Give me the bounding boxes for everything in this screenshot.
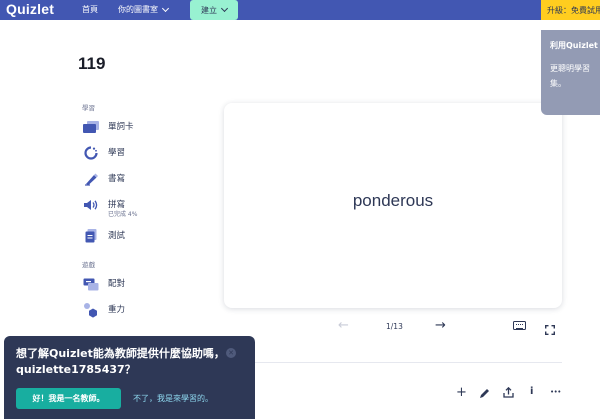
flashcard[interactable]: ponderous: [224, 103, 562, 308]
sidebar-item-label: 重力: [108, 305, 126, 315]
sidebar-item-label: 書寫: [108, 174, 126, 184]
upgrade-button[interactable]: 升級：免費試用: [541, 0, 600, 20]
close-icon[interactable]: ✕: [226, 348, 236, 358]
sidebar-item-test[interactable]: 測試: [82, 229, 125, 243]
nav-library-label: 你的圖書室: [118, 5, 158, 14]
nav-library-dropdown[interactable]: 你的圖書室: [118, 4, 170, 15]
sidebar-item-gravity[interactable]: 重力: [82, 303, 126, 318]
sidebar-item-flashcards[interactable]: 單詞卡: [82, 120, 134, 134]
next-card-arrow-icon[interactable]: →: [435, 318, 446, 333]
sidebar-item-label: 拼寫 已完成 4%: [108, 200, 137, 218]
games-section-label: 遊戲: [82, 261, 95, 269]
teacher-yes-button[interactable]: 好！我是一名教師。: [16, 388, 121, 409]
tooltip-body: 更聰明學習 集。: [550, 64, 590, 88]
top-nav-bar: Quizlet 首頁 你的圖書室 建立 升級：免費試用: [0, 0, 600, 20]
create-button[interactable]: 建立: [190, 0, 238, 20]
spell-label: 拼寫: [108, 200, 126, 210]
sidebar-item-label: 測試: [108, 231, 126, 241]
divider: [224, 362, 562, 363]
info-icon[interactable]: i: [530, 386, 533, 397]
test-icon: [82, 229, 100, 243]
upgrade-tooltip: 利用Quizlet 更聰明學習 集。: [541, 30, 600, 115]
quizlet-logo[interactable]: Quizlet: [6, 1, 54, 17]
spell-icon: [82, 198, 100, 212]
fullscreen-icon[interactable]: [545, 320, 555, 335]
chevron-down-icon: [220, 4, 229, 13]
previous-card-arrow-icon[interactable]: ←: [338, 318, 349, 333]
share-icon[interactable]: [503, 386, 514, 401]
popup-message: 想了解Quizlet能為教師提供什麼協助嗎，quizlette1785437？: [16, 347, 225, 376]
more-options-icon[interactable]: •••: [550, 388, 561, 396]
create-button-label: 建立: [201, 5, 217, 15]
chevron-down-icon: [161, 4, 170, 12]
teacher-prompt-popup: 想了解Quizlet能為教師提供什麼協助嗎，quizlette1785437？ …: [4, 336, 255, 419]
sidebar-item-match[interactable]: 配對: [82, 277, 125, 291]
write-icon: [82, 172, 100, 186]
student-no-link[interactable]: 不了，我是來學習的。: [133, 393, 213, 404]
match-icon: [82, 277, 100, 291]
sidebar-item-spell[interactable]: 拼寫 已完成 4%: [82, 198, 137, 218]
flashcards-icon: [82, 120, 100, 134]
flashcard-term: ponderous: [352, 191, 434, 210]
study-section-label: 學習: [82, 104, 95, 112]
page-title: 119: [78, 54, 106, 73]
spell-progress: 已完成 4%: [108, 211, 138, 218]
keyboard-shortcuts-icon[interactable]: [513, 321, 526, 330]
card-counter: 1/13: [386, 322, 403, 331]
sidebar-item-label: 配對: [108, 279, 126, 289]
sidebar-item-write[interactable]: 書寫: [82, 172, 125, 186]
add-to-folder-icon[interactable]: +: [456, 385, 467, 400]
gravity-icon: [82, 303, 100, 318]
learn-icon: [82, 146, 100, 160]
edit-pencil-icon[interactable]: [479, 388, 490, 402]
tooltip-title: 利用Quizlet: [550, 41, 598, 50]
sidebar-item-learn[interactable]: 學習: [82, 146, 125, 160]
nav-home-link[interactable]: 首頁: [82, 4, 98, 15]
sidebar-item-label: 學習: [108, 148, 126, 158]
sidebar-item-label: 單詞卡: [108, 122, 134, 132]
